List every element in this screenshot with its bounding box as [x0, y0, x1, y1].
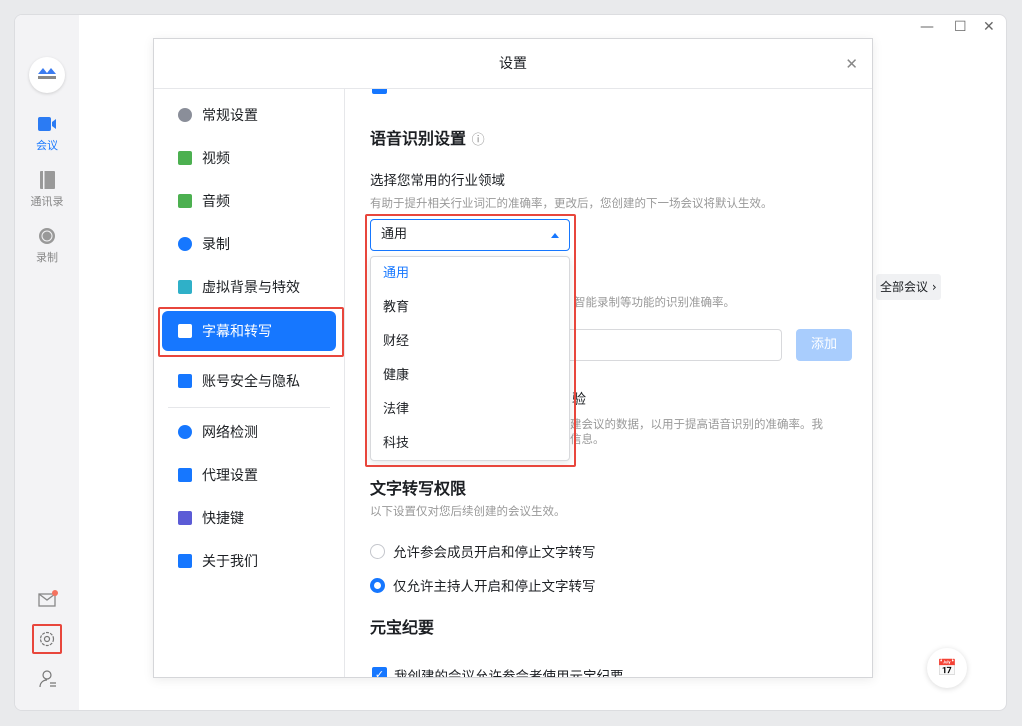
nav-label: 通讯录: [30, 195, 64, 208]
speaker-icon: [178, 194, 192, 208]
dropdown-option[interactable]: 财经: [371, 325, 569, 359]
radio-allow-members[interactable]: 允许参会成员开启和停止文字转写: [370, 541, 596, 561]
settings-button[interactable]: [32, 624, 62, 654]
dialog-title: 设置: [499, 56, 527, 72]
menu-item-3[interactable]: 录制: [162, 224, 336, 264]
menu-item-1[interactable]: 视频: [162, 138, 336, 178]
menu-item-8[interactable]: 代理设置: [162, 455, 336, 495]
dialog-close-button[interactable]: ✕: [845, 39, 858, 89]
menu-divider: [168, 407, 330, 408]
video-icon: [38, 117, 56, 131]
dropdown-option[interactable]: 教育: [371, 291, 569, 325]
menu-item-label: 视频: [202, 151, 230, 167]
menu-item-6[interactable]: 账号安全与隐私: [162, 361, 336, 401]
all-meetings-label: 全部会议: [880, 280, 929, 294]
menu-item-label: 快捷键: [202, 511, 244, 527]
industry-select[interactable]: 通用: [370, 219, 570, 251]
all-meetings-link[interactable]: 全部会议 ›: [876, 274, 941, 300]
camera-icon: [178, 151, 192, 165]
nav-label: 会议: [36, 139, 58, 152]
transcribe-hint: 以下设置仅对您后续创建的会议生效。: [370, 504, 566, 518]
dropdown-option[interactable]: 科技: [371, 427, 569, 461]
record-icon: [39, 228, 55, 244]
improve-hint-2: 信息。: [570, 432, 605, 446]
menu-item-5[interactable]: 字幕和转写: [162, 311, 336, 351]
add-button[interactable]: 添加: [796, 329, 852, 361]
settings-icon: [39, 631, 55, 647]
menu-item-label: 账号安全与隐私: [202, 374, 300, 390]
nav-recordings[interactable]: 录制: [15, 227, 79, 265]
info-icon[interactable]: ⓘ: [472, 133, 485, 148]
select-value: 通用: [381, 227, 408, 242]
yuanbao-checkbox-label: 我创建的会议允许参会者使用元宝纪要: [394, 669, 624, 677]
settings-content: ✓ 语音识别设置 ⓘ 选择您常用的行业领域 有助于提升相关行业词汇的准确率，更改…: [346, 89, 872, 677]
industry-hint: 有助于提升相关行业词汇的准确率，更改后，您创建的下一场会议将默认生效。: [370, 196, 773, 210]
menu-item-label: 常规设置: [202, 108, 258, 124]
nav-meetings[interactable]: 会议: [15, 115, 79, 153]
menu-item-label: 录制: [202, 237, 230, 253]
dropdown-option[interactable]: 法律: [371, 393, 569, 427]
menu-item-label: 虚拟背景与特效: [202, 280, 300, 296]
speech-section-title: 语音识别设置 ⓘ: [370, 129, 485, 148]
window-close-button[interactable]: ✕: [983, 19, 995, 35]
minimize-button[interactable]: —: [920, 19, 934, 35]
industry-dropdown: 通用 教育 财经 健康 法律 科技: [370, 256, 570, 461]
app-sidebar: 会议 通讯录 录制: [15, 15, 79, 710]
maximize-button[interactable]: ☐: [954, 19, 967, 35]
menu-item-label: 代理设置: [202, 468, 258, 484]
schedule-meeting-button[interactable]: 📅: [927, 648, 967, 688]
menu-item-label: 关于我们: [202, 554, 258, 570]
menu-item-label: 网络检测: [202, 425, 258, 441]
keyboard-icon: [178, 511, 192, 525]
portrait-icon: [178, 280, 192, 294]
hotword-input[interactable]: [566, 329, 782, 361]
subtitle-icon: [178, 324, 192, 338]
menu-item-2[interactable]: 音频: [162, 181, 336, 221]
radio-host-only[interactable]: 仅允许主持人开启和停止文字转写: [370, 575, 596, 595]
globe-icon: [178, 425, 192, 439]
checkbox-partial[interactable]: ✓: [372, 89, 387, 94]
menu-item-10[interactable]: 关于我们: [162, 541, 336, 581]
settings-menu: 常规设置视频音频录制虚拟背景与特效 字幕和转写账号安全与隐私 网络检测代理设置快捷键…: [154, 89, 345, 677]
network-icon: [178, 468, 192, 482]
contacts-icon: [40, 171, 55, 189]
record-icon: [178, 237, 192, 251]
menu-item-7[interactable]: 网络检测: [162, 412, 336, 452]
mail-icon[interactable]: [38, 590, 58, 608]
logo-icon: [178, 554, 192, 568]
industry-label: 选择您常用的行业领域: [370, 173, 505, 189]
menu-item-label: 字幕和转写: [202, 324, 272, 340]
settings-dialog: 设置 ✕ 常规设置视频音频录制虚拟背景与特效 字幕和转写账号安全与隐私 网络检测代理设…: [153, 38, 873, 678]
improve-title: 验: [572, 392, 586, 408]
nav-label: 录制: [36, 251, 58, 264]
app-logo-avatar[interactable]: [29, 57, 65, 93]
yuanbao-title: 元宝纪要: [370, 618, 435, 637]
menu-item-9[interactable]: 快捷键: [162, 498, 336, 538]
gear-icon: [178, 108, 192, 122]
nav-contacts[interactable]: 通讯录: [15, 171, 79, 209]
yuanbao-checkbox[interactable]: ✓: [372, 667, 387, 677]
menu-item-4[interactable]: 虚拟背景与特效: [162, 267, 336, 307]
dropdown-option[interactable]: 通用: [371, 257, 569, 291]
calendar-add-icon: 📅: [937, 658, 957, 677]
hotword-hint: 智能录制等功能的识别准确率。: [574, 295, 735, 309]
improve-hint: 建会议的数据，以用于提高语音识别的准确率。我: [570, 417, 823, 431]
caret-up-icon: [551, 233, 559, 238]
switch-account-icon[interactable]: [38, 669, 58, 689]
user-shield-icon: [178, 374, 192, 388]
menu-item-label: 音频: [202, 194, 230, 210]
transcribe-title: 文字转写权限: [370, 479, 467, 498]
dropdown-option[interactable]: 健康: [371, 359, 569, 393]
menu-item-0[interactable]: 常规设置: [162, 95, 336, 135]
